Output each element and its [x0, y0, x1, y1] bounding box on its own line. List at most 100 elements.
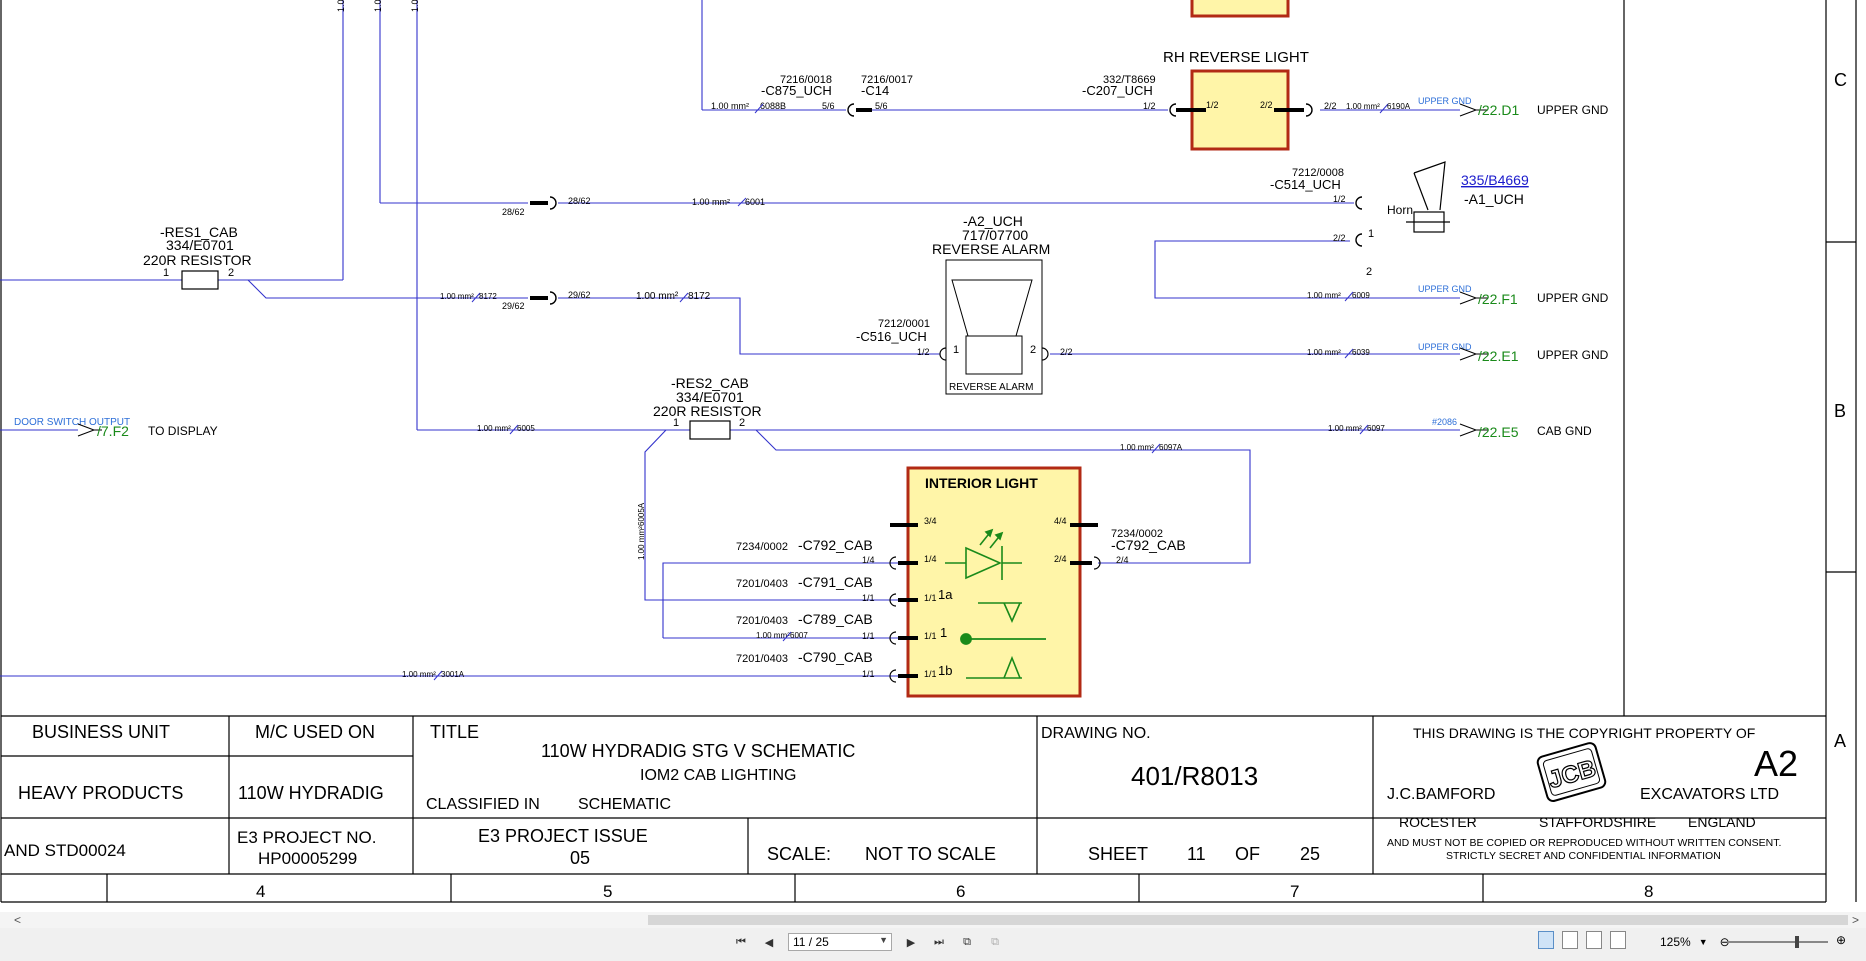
tb-company-left: J.C.BAMFORD: [1387, 786, 1495, 803]
grid-col-5: 5: [603, 882, 612, 901]
res2-gnd-label: CAB GND: [1537, 424, 1592, 438]
horn-assembly[interactable]: 7212/0008 -C514_UCH 1/2 2/2 1 2 Horn 335…: [1270, 161, 1609, 307]
door-switch-xref[interactable]: /7.F2: [97, 423, 129, 439]
tb-classified-value: SCHEMATIC: [578, 796, 671, 813]
rh-xref[interactable]: /22.D1: [1478, 102, 1519, 118]
c875-name: -C875_UCH: [761, 83, 832, 98]
splice-28[interactable]: 28/62 28/62 1.00 mm² 6001: [502, 196, 765, 217]
il-outer-3: 1/1: [862, 631, 875, 641]
res2-wire-left: 1.00 mm²: [477, 424, 511, 433]
paste-icon[interactable]: ⧉: [986, 933, 1004, 951]
res1-pin1: 1: [163, 267, 169, 279]
c207-name: -C207_UCH: [1082, 83, 1153, 98]
tb-e3-issue-value: 05: [570, 848, 590, 868]
c514-pin1: 1/2: [1333, 194, 1346, 204]
il-outer-2: 1/1: [862, 593, 875, 603]
tb-e3-project-no-label: E3 PROJECT NO.: [237, 828, 377, 847]
grid-row-a: A: [1834, 731, 1846, 751]
zoom-level[interactable]: 125%: [1660, 935, 1691, 949]
stub-label-1: 1.00: [336, 0, 346, 12]
tb-sheet-value: 11: [1187, 844, 1206, 864]
tb-business-unit-label: BUSINESS UNIT: [32, 722, 170, 742]
c207-pin: 1/2: [1143, 101, 1156, 111]
il-inner-2: 1a: [938, 587, 953, 602]
connector-c14[interactable]: 7216/0017 -C14 5/6: [861, 74, 913, 111]
c514-name: -C514_UCH: [1270, 177, 1341, 192]
single-page-view-icon[interactable]: [1538, 931, 1554, 949]
scroll-left-icon[interactable]: <: [14, 912, 21, 928]
il-conn-3: -C789_CAB: [798, 611, 873, 627]
horn-upper-gnd-tag: UPPER GND: [1418, 284, 1472, 294]
reverse-alarm-xref[interactable]: /22.E1: [1478, 348, 1519, 364]
res2-wire-down: 1.00 mm²: [637, 526, 646, 560]
continuous-view-icon[interactable]: [1562, 931, 1578, 949]
tb-scale-value: NOT TO SCALE: [865, 844, 996, 864]
facing-view-icon[interactable]: [1586, 931, 1602, 949]
scroll-right-icon[interactable]: >: [1852, 912, 1859, 928]
splice-28-right: 28/62: [568, 196, 591, 206]
res2-desc: 220R RESISTOR: [653, 403, 762, 419]
rh-pin-inner-right: 2/2: [1260, 100, 1273, 110]
res2-wire-loop-id: 6097A: [1159, 443, 1183, 452]
next-page-icon[interactable]: ▶: [902, 933, 920, 951]
grid-col-8: 8: [1644, 882, 1653, 901]
il-conn-2: -C791_CAB: [798, 574, 873, 590]
tb-company-right: EXCAVATORS LTD: [1640, 786, 1779, 803]
zoom-dropdown-icon[interactable]: ▼: [1699, 937, 1708, 947]
il-ref-1: 7234/0002: [736, 541, 788, 553]
interior-light[interactable]: INTERIOR LIGHT 3/4 1/4 1/4 7234/0002 -C7…: [402, 466, 1186, 698]
rh-reverse-light-title: RH REVERSE LIGHT: [1163, 49, 1309, 66]
tb-title-sub: IOM2 CAB LIGHTING: [640, 767, 796, 784]
res1-desc: 220R RESISTOR: [143, 252, 252, 268]
tb-copyright-line: THIS DRAWING IS THE COPYRIGHT PROPERTY O…: [1413, 725, 1755, 741]
tb-e3-issue-label: E3 PROJECT ISSUE: [478, 826, 648, 846]
scroll-thumb[interactable]: [648, 915, 1848, 925]
rh-wire-right: 1.00 mm²: [1346, 102, 1380, 111]
res1-cab[interactable]: -RES1_CAB 334/E0701 220R RESISTOR 1 2: [143, 224, 252, 290]
page-number-input[interactable]: 11 / 25 ▼: [788, 933, 892, 951]
zoom-slider-handle[interactable]: [1795, 936, 1799, 948]
tb-standard: AND STD00024: [4, 841, 126, 860]
zoom-slider[interactable]: [1728, 941, 1828, 943]
zoom-control: 125% ▼ ⊖: [1660, 929, 1730, 955]
splice-29[interactable]: 1.00 mm² 8172 29/62 29/62 1.00 mm² 8172: [440, 290, 711, 311]
horn-gnd-wire: 1.00 mm²: [1307, 291, 1341, 300]
horn-xref[interactable]: /22.F1: [1478, 291, 1518, 307]
first-page-icon[interactable]: ⏮: [732, 933, 750, 951]
continuous-facing-view-icon[interactable]: [1610, 931, 1626, 949]
splice-29-wire-left: 1.00 mm²: [440, 292, 474, 301]
splice-29-wire-right-id: 8172: [688, 291, 711, 302]
tb-sheet-label: SHEET: [1088, 844, 1148, 864]
grid-col-6: 6: [956, 882, 965, 901]
reverse-alarm-num1: 1: [953, 344, 959, 356]
res2-body: [689, 420, 731, 440]
previous-page-icon[interactable]: ◀: [760, 933, 778, 951]
interior-light-body: [906, 466, 1082, 698]
page-dropdown-icon[interactable]: ▼: [879, 935, 888, 945]
il-outer-4: 1/1: [862, 669, 875, 679]
tb-addr-3: ENGLAND: [1688, 814, 1756, 830]
res1-ref: 334/E0701: [166, 237, 234, 253]
rh-pin-right: 2/2: [1324, 101, 1337, 111]
c875-wire-id: 6088B: [760, 101, 786, 111]
tb-addr-2: STAFFORDSHIRE: [1539, 814, 1656, 830]
tb-title-main: 110W HYDRADIG STG V SCHEMATIC: [541, 741, 855, 761]
copy-icon[interactable]: ⧉: [958, 933, 976, 951]
il-ref-3: 7201/0403: [736, 615, 788, 627]
res2-wire-right: 1.00 mm²: [1328, 424, 1362, 433]
last-page-icon[interactable]: ⏭: [930, 933, 948, 951]
horn-link[interactable]: 335/B4669: [1461, 172, 1529, 188]
res2-pin2: 2: [739, 417, 745, 429]
door-switch-output[interactable]: DOOR SWITCH OUTPUT /7.F2 TO DISPLAY: [14, 417, 218, 439]
door-switch-dest: TO DISPLAY: [148, 424, 218, 438]
jcb-logo: JCB: [1536, 742, 1607, 803]
interior-light-left-pins: 3/4 1/4 1/4 7234/0002 -C792_CAB 1/1 1a 1…: [402, 516, 953, 683]
schematic-canvas: C B A 4 5 6 7 8 1.00 1.00 1.00 7216/0018…: [0, 0, 1857, 903]
res2-xref[interactable]: /22.E5: [1478, 424, 1519, 440]
horn-num2: 2: [1366, 266, 1372, 278]
zoom-in-icon[interactable]: ⊕: [1836, 933, 1846, 947]
res1-body: [181, 270, 219, 290]
il-pin-4: 1/1: [924, 669, 937, 679]
rh-reverse-light[interactable]: RH REVERSE LIGHT 332/T8669 -C207_UCH 1/2…: [1082, 49, 1609, 151]
horizontal-scrollbar[interactable]: < >: [0, 912, 1866, 928]
